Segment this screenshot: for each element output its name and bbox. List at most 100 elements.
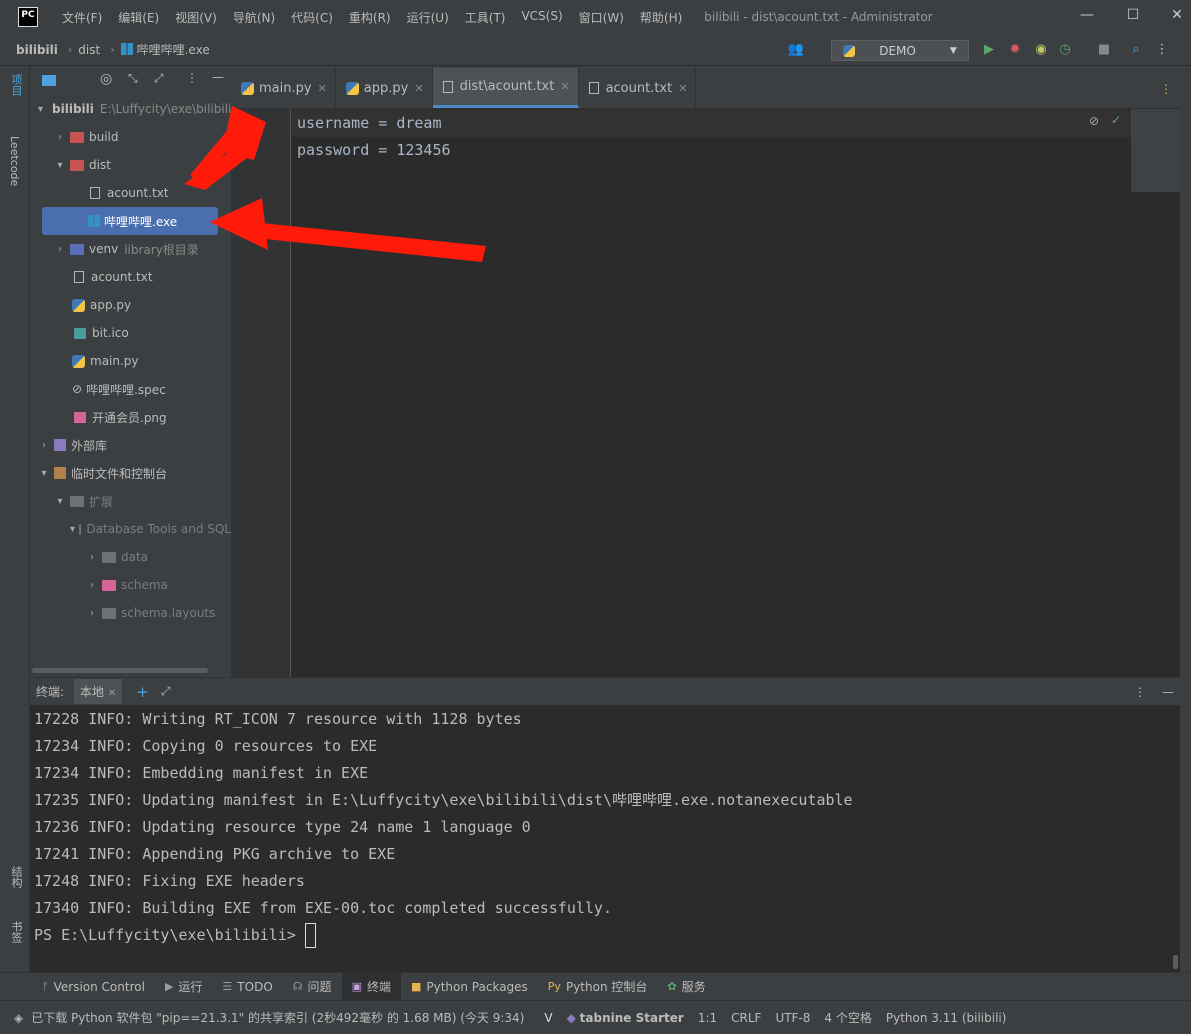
tree-item-app-py[interactable]: app.py [30,291,231,319]
menu-tools[interactable]: 工具(T) [457,9,514,26]
more-icon[interactable]: ⋮ [186,71,198,85]
breadcrumb-file[interactable]: 哔哩哔哩.exe [120,41,210,58]
tree-item-dist[interactable]: ▾ dist [30,151,231,179]
horizontal-scrollbar[interactable] [32,668,208,673]
folder-icon[interactable] [42,75,56,86]
close-tab-icon[interactable]: ✕ [414,82,423,95]
pycharm-logo-icon[interactable]: PC [18,7,38,27]
tabnine-status[interactable]: ◆ tabnine Starter [567,1011,684,1025]
add-terminal-icon[interactable]: + [136,683,149,701]
reader-mode-icon[interactable]: ⊘ [1089,114,1099,128]
coverage-icon[interactable]: ◉ [1032,41,1050,59]
menu-refactor[interactable]: 重构(R) [341,9,399,26]
tree-item-png[interactable]: 开通会员.png [30,403,231,431]
tree-item-data[interactable]: › data [30,543,231,571]
collapse-icon[interactable]: ⤢ [154,71,164,86]
menu-window[interactable]: 窗口(W) [571,9,632,26]
more-icon[interactable]: ⋮ [1134,685,1146,699]
python-interpreter[interactable]: Python 3.11 (bilibili) [886,1011,1007,1025]
expand-icon[interactable]: ⤢ [161,684,171,699]
vim-icon[interactable]: V [544,1011,552,1025]
tab-dist-acount[interactable]: dist\acount.txt ✕ [432,68,579,108]
tool-version-control[interactable]: ᚠ Version Control [32,973,155,1001]
menu-file[interactable]: 文件(F) [54,9,110,26]
tool-todo[interactable]: ☰ TODO [212,973,282,1001]
line-separator[interactable]: CRLF [731,1011,761,1025]
tree-item-extensions[interactable]: ▾ 扩展 [30,487,231,515]
tree-item-spec[interactable]: ⊘ 哔哩哔哩.spec [30,375,231,403]
more-icon[interactable]: ⋮ [1153,41,1171,59]
tab-app-py[interactable]: app.py ✕ [336,68,433,108]
menu-edit[interactable]: 编辑(E) [110,9,167,26]
debug-icon[interactable]: ✹ [1006,41,1024,59]
maximize-button[interactable]: ☐ [1119,4,1147,28]
tab-main-py[interactable]: main.py ✕ [231,68,336,108]
close-tab-icon[interactable]: ✕ [678,82,687,95]
tool-bookmarks[interactable]: 书签 [8,921,24,943]
tree-item-scratches[interactable]: ▾ 临时文件和控制台 [30,459,231,487]
run-config-select[interactable]: DEMO ▼ [831,40,969,61]
tree-item-schema[interactable]: › schema [30,571,231,599]
terminal-line: 17248 INFO: Fixing EXE headers [34,872,305,890]
close-tab-icon[interactable]: ✕ [318,82,327,95]
caret-position[interactable]: 1:1 [698,1011,717,1025]
tree-item-label: 扩展 [89,494,114,509]
target-icon[interactable]: ◎ [100,71,112,87]
code-line[interactable]: username = dream [297,110,442,137]
breadcrumb-folder[interactable]: dist [78,43,100,57]
menu-navigate[interactable]: 导航(N) [225,9,283,26]
editor-minimap[interactable] [1131,109,1180,192]
tool-services[interactable]: ✿ 服务 [657,973,715,1001]
tool-project[interactable]: 项目 [8,74,24,96]
tree-item-main-py[interactable]: main.py [30,347,231,375]
layers-icon[interactable]: ◈ [14,1011,23,1025]
tree-item-schema-layouts[interactable]: › schema.layouts [30,599,231,627]
profile-icon[interactable]: ◷ [1056,41,1074,59]
close-tab-icon[interactable]: ✕ [108,688,116,699]
tree-item-exe[interactable]: 哔哩哔哩.exe [42,207,218,235]
tool-problems[interactable]: ☊ 问题 [283,973,342,1001]
tree-item-build[interactable]: › build [30,123,231,151]
terminal-prompt-line[interactable]: PS E:\Luffycity\exe\bilibili> [34,922,316,949]
minimize-button[interactable]: — [1073,4,1101,28]
menu-run[interactable]: 运行(U) [399,9,457,26]
expand-icon[interactable]: ⤡ [128,71,138,86]
tool-leetcode[interactable]: Leetcode [8,136,21,186]
tool-terminal[interactable]: ▣ 终端 [341,972,401,1001]
search-icon[interactable]: ⌕ [1127,41,1145,59]
tool-python-packages[interactable]: ■ Python Packages [401,973,538,1001]
run-icon[interactable]: ▶ [980,41,998,59]
menu-view[interactable]: 视图(V) [167,9,225,26]
code-line[interactable]: password = 123456 [297,137,451,164]
tree-item-database-tools[interactable]: ▾ Database Tools and SQL [30,515,231,543]
vertical-scrollbar[interactable] [1173,955,1178,969]
tab-acount[interactable]: acount.txt ✕ [579,68,697,108]
close-window-button[interactable]: ✕ [1163,4,1191,28]
file-encoding[interactable]: UTF-8 [775,1011,810,1025]
tree-item-acount[interactable]: acount.txt [30,263,231,291]
close-tab-icon[interactable]: ✕ [560,80,569,93]
tree-item-root[interactable]: ▾ bilibili E:\Luffycity\exe\bilibili [30,95,231,123]
tree-item-bit-ico[interactable]: bit.ico [30,319,231,347]
tool-run[interactable]: ▶ 运行 [155,973,212,1001]
stop-icon[interactable]: ■ [1095,41,1113,59]
tree-item-venv[interactable]: › venv library根目录 [30,235,231,263]
hide-panel-icon[interactable]: — [1162,685,1174,699]
menu-code[interactable]: 代码(C) [283,9,341,26]
status-message[interactable]: 已下载 Python 软件包 "pip==21.3.1" 的共享索引 (2秒49… [31,1009,524,1026]
menu-help[interactable]: 帮助(H) [632,9,690,26]
terminal-output[interactable]: 17228 INFO: Writing RT_ICON 7 resource w… [30,705,1180,972]
tool-structure[interactable]: 结构 [8,866,24,888]
tab-options-icon[interactable]: ⋮ [1160,82,1172,96]
indent-setting[interactable]: 4 个空格 [824,1009,871,1026]
terminal-tab-local[interactable]: 本地 ✕ [74,679,123,704]
tool-python-console[interactable]: Py Python 控制台 [538,973,658,1001]
users-icon[interactable]: 👥 [787,41,805,59]
hide-panel-icon[interactable]: — [212,70,224,84]
menu-vcs[interactable]: VCS(S) [513,9,570,26]
tree-item-dist-acount[interactable]: acount.txt [30,179,231,207]
code-editor[interactable]: username = dream password = 123456 ⊘ ✓ [291,109,1180,677]
tree-item-label: bit.ico [92,326,129,340]
breadcrumb-project[interactable]: bilibili [16,43,58,57]
tree-item-external-libs[interactable]: › 外部库 [30,431,231,459]
